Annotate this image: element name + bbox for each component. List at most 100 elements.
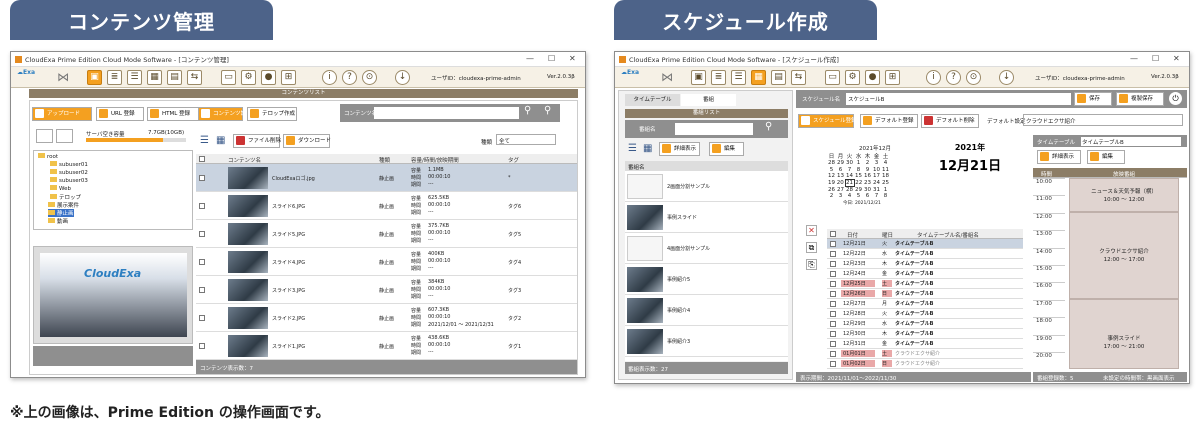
tt-edit-button[interactable]: 編集 xyxy=(1087,150,1125,164)
row-checkbox[interactable] xyxy=(199,287,205,293)
folder-item[interactable]: subuser02 xyxy=(50,169,88,176)
calendar-day[interactable]: 25 xyxy=(881,180,890,187)
program-item[interactable]: 2画面分割サンプル xyxy=(625,171,788,202)
program-item[interactable]: 事例紹介4 xyxy=(625,295,788,326)
lock-icon[interactable]: ⊙ xyxy=(966,70,981,85)
maximize-icon[interactable]: ☐ xyxy=(1152,54,1159,63)
select-all-dates-checkbox[interactable] xyxy=(830,231,836,237)
timetable-field[interactable]: タイムテーブルB xyxy=(1081,137,1181,146)
row-checkbox[interactable] xyxy=(199,259,205,265)
calendar-day[interactable]: 30 xyxy=(863,187,872,194)
program-item[interactable]: 4画面分割サンプル xyxy=(625,233,788,264)
calendar-day[interactable]: 27 xyxy=(836,187,845,194)
date-checkbox[interactable] xyxy=(830,341,836,347)
content-icon[interactable]: ▣ xyxy=(87,70,102,85)
folder-item[interactable]: 静止画 xyxy=(48,209,74,217)
calendar-day[interactable]: 11 xyxy=(881,167,890,174)
table-row[interactable]: スライド1.JPG 静止画 容量 438.6KB 時間 00:00:10 期間 --- タグ1 xyxy=(196,332,577,360)
calendar-day[interactable]: 30 xyxy=(845,160,854,167)
list-view-icon[interactable]: ☰ xyxy=(628,143,637,154)
date-row[interactable]: 12月27日 月 タイムテーブルB xyxy=(827,299,1023,309)
calendar-day[interactable]: 17 xyxy=(872,173,881,180)
calendar-day[interactable]: 31 xyxy=(872,187,881,194)
search-input[interactable] xyxy=(374,107,519,119)
default-register-button[interactable]: デフォルト登録 xyxy=(860,114,918,128)
calendar-day[interactable]: 29 xyxy=(854,187,863,194)
calendar-day[interactable]: 24 xyxy=(872,180,881,187)
date-row[interactable]: 12月28日 火 タイムテーブルB xyxy=(827,309,1023,319)
calendar-day[interactable]: 13 xyxy=(836,173,845,180)
maximize-icon[interactable]: ☐ xyxy=(548,54,555,63)
table-row[interactable]: スライド3.JPG 静止画 容量 384KB 時間 00:00:10 期間 --- タグ3 xyxy=(196,276,577,304)
date-row[interactable]: 01月02日日クラウドエクサ紹介 xyxy=(827,359,1023,369)
calendar-day[interactable]: 28 xyxy=(827,160,836,167)
list-icon[interactable]: ☰ xyxy=(731,70,746,85)
help-icon[interactable]: ? xyxy=(342,70,357,85)
calendar-icon[interactable]: ▤ xyxy=(771,70,786,85)
program-search-input[interactable] xyxy=(675,123,753,135)
save-button[interactable]: 保存 xyxy=(1074,92,1112,106)
transfer-icon[interactable]: ⇆ xyxy=(791,70,806,85)
date-checkbox[interactable] xyxy=(830,301,836,307)
default-delete-button[interactable]: デフォルト削除 xyxy=(921,114,979,128)
date-checkbox[interactable] xyxy=(830,321,836,327)
calendar-day[interactable]: 18 xyxy=(881,173,890,180)
table-icon[interactable]: ⊞ xyxy=(281,70,296,85)
grid-icon[interactable]: ▦ xyxy=(751,70,766,85)
upload-button[interactable]: アップロード xyxy=(32,107,92,121)
document-icon[interactable]: ≣ xyxy=(711,70,726,85)
date-checkbox[interactable] xyxy=(830,291,836,297)
folder-item[interactable]: Web xyxy=(50,185,71,192)
row-checkbox[interactable] xyxy=(199,203,205,209)
table-row[interactable]: スライド5.JPG 静止画 容量 375.7KB 時間 00:00:10 期間 --- タグ5 xyxy=(196,220,577,248)
folder-item[interactable]: subuser01 xyxy=(50,161,88,168)
document-icon[interactable]: ≣ xyxy=(107,70,122,85)
info-icon[interactable]: i xyxy=(322,70,337,85)
date-row[interactable]: 12月22日 水 タイムテーブルB xyxy=(827,249,1023,259)
folder-item[interactable]: 動画 xyxy=(48,217,68,225)
schedule-name-input[interactable]: スケジュールB xyxy=(846,93,1071,105)
table-icon[interactable]: ⊞ xyxy=(885,70,900,85)
select-all-checkbox[interactable] xyxy=(199,156,205,162)
calendar-day[interactable]: 26 xyxy=(827,187,836,194)
transfer-icon[interactable]: ⇆ xyxy=(187,70,202,85)
power-icon[interactable]: ⏻ xyxy=(1169,92,1182,105)
date-checkbox[interactable] xyxy=(830,241,836,247)
folder-item[interactable]: subuser03 xyxy=(50,177,88,184)
row-checkbox[interactable] xyxy=(199,175,205,181)
minimize-icon[interactable]: — xyxy=(1130,54,1138,63)
search-icon[interactable]: ⚲ xyxy=(524,105,531,116)
program-item[interactable]: 事例紹介5 xyxy=(625,264,788,295)
row-checkbox[interactable] xyxy=(199,343,205,349)
calendar-day[interactable]: 20 xyxy=(836,180,845,187)
schedule-register-button[interactable]: スケジュール登録 xyxy=(798,114,857,128)
settings-icon[interactable]: ⚙ xyxy=(845,70,860,85)
row-checkbox[interactable] xyxy=(199,231,205,237)
calendar-day[interactable]: 12 xyxy=(827,173,836,180)
tab-program[interactable]: 番組 xyxy=(681,94,736,106)
user-icon[interactable]: ● xyxy=(261,70,276,85)
calendar-day[interactable]: 23 xyxy=(863,180,872,187)
date-row[interactable]: 12月26日日タイムテーブルB xyxy=(827,289,1023,299)
date-checkbox[interactable] xyxy=(830,281,836,287)
telop-create-button[interactable]: テロップ作成 xyxy=(247,107,297,121)
type-select[interactable]: 全て xyxy=(496,134,556,145)
date-row[interactable]: 12月25日土タイムテーブルB xyxy=(827,279,1023,289)
table-row[interactable]: スライド4.JPG 静止画 容量 400KB 時間 00:00:10 期間 --- タグ4 xyxy=(196,248,577,276)
list-icon[interactable]: ☰ xyxy=(127,70,142,85)
search-icon[interactable]: ⚲ xyxy=(765,121,772,132)
date-row[interactable]: 12月31日 金 タイムテーブルB xyxy=(827,339,1023,349)
calendar-day[interactable]: 19 xyxy=(827,180,836,187)
grid-icon[interactable]: ▦ xyxy=(147,70,162,85)
folder-edit-button[interactable] xyxy=(56,129,73,143)
table-row[interactable]: スライド6.JPG 静止画 容量 625.5KB 時間 00:00:10 期間 --- タグ6 xyxy=(196,192,577,220)
calendar-day[interactable]: 15 xyxy=(854,173,863,180)
list-view-icon[interactable]: ☰ xyxy=(200,135,209,146)
close-icon[interactable]: ✕ xyxy=(1173,54,1180,63)
row-checkbox[interactable] xyxy=(199,315,205,321)
date-checkbox[interactable] xyxy=(830,311,836,317)
program-block-cloudexa[interactable]: クラウドエクサ紹介 12:00 ～ 17:00 xyxy=(1069,212,1179,299)
program-item[interactable]: 事例スライド xyxy=(625,202,788,233)
settings-icon[interactable]: ⚙ xyxy=(241,70,256,85)
calendar-day[interactable]: 28 xyxy=(845,187,854,193)
